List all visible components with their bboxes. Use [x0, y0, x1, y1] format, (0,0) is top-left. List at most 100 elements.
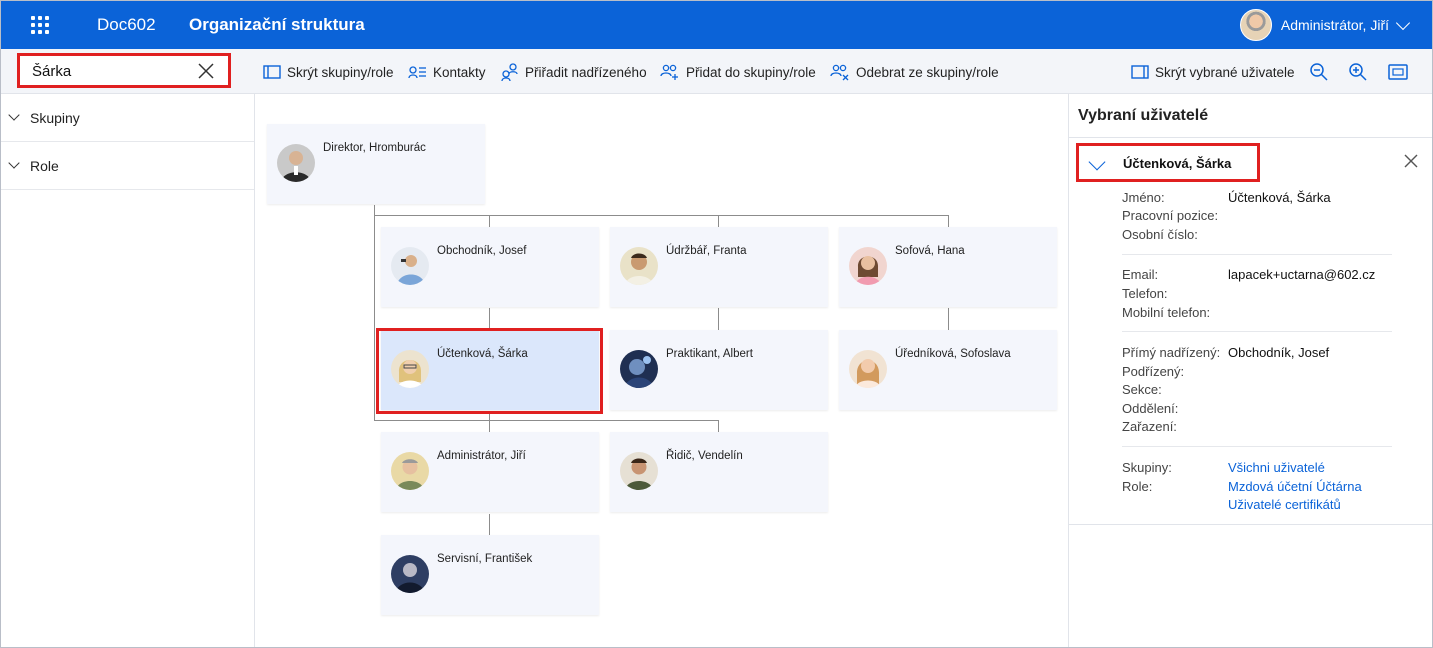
node-name: Praktikant, Albert — [666, 348, 753, 360]
divider — [1122, 446, 1392, 447]
divider — [1069, 524, 1433, 525]
org-chart[interactable]: Direktor, Hromburác Obchodník, Josef Údr… — [256, 94, 1068, 648]
panel-icon — [1131, 65, 1149, 79]
user-name: Administrátor, Jiří — [1280, 17, 1389, 33]
avatar — [849, 247, 887, 285]
toolbar: Skrýt skupiny/role Kontakty Přiřadit nad… — [0, 49, 1433, 94]
avatar — [277, 144, 315, 182]
hide-selected-users-button[interactable]: Skrýt vybrané uživatele — [1131, 62, 1295, 82]
search-box — [17, 53, 231, 88]
zoom-out-icon[interactable] — [1308, 61, 1330, 83]
node-name: Úředníková, Sofoslava — [895, 348, 1011, 360]
group-add-icon — [660, 64, 678, 80]
group-link[interactable]: Všichni uživatelé — [1228, 460, 1325, 475]
top-bar: Doc602 Organizační struktura Administrát… — [0, 0, 1433, 49]
node-name: Obchodník, Josef — [437, 245, 527, 257]
field-label: Telefon: — [1122, 286, 1168, 301]
accordion-roles[interactable]: Role — [0, 142, 254, 190]
role-link[interactable]: Mzdová účetní Účtárna — [1228, 479, 1362, 494]
assign-superior-button[interactable]: Přiřadit nadřízeného — [501, 62, 647, 82]
connector-line — [374, 215, 375, 421]
org-node[interactable]: Řidič, Vendelín — [610, 432, 828, 512]
hide-groups-label: Skrýt skupiny/role — [287, 64, 394, 80]
accordion-groups-label: Skupiny — [30, 109, 80, 126]
user-menu[interactable]: Administrátor, Jiří — [1239, 9, 1411, 41]
page-title: Organizační struktura — [189, 15, 365, 34]
selected-user-name: Účtenková, Šárka — [1123, 156, 1232, 171]
fit-screen-icon[interactable] — [1387, 61, 1409, 83]
avatar — [620, 247, 658, 285]
contact-card-icon — [408, 66, 426, 79]
field-label: Mobilní telefon: — [1122, 305, 1211, 320]
org-node[interactable]: Obchodník, Josef — [381, 227, 599, 307]
assign-superior-label: Přiřadit nadřízeného — [525, 64, 647, 80]
user-expand-header[interactable]: Účtenková, Šárka — [1076, 143, 1260, 182]
email-value: lapacek+uctarna@602.cz — [1228, 267, 1376, 282]
contacts-button[interactable]: Kontakty — [408, 62, 486, 82]
accordion-groups[interactable]: Skupiny — [0, 94, 254, 142]
field-label: Oddělení: — [1122, 401, 1179, 416]
people-hierarchy-icon — [501, 63, 518, 81]
field-label: Role: — [1122, 479, 1153, 494]
connector-line — [718, 420, 719, 432]
search-input[interactable] — [32, 62, 192, 80]
close-icon[interactable] — [196, 61, 216, 81]
field-value: Účtenková, Šárka — [1228, 190, 1331, 205]
divider — [1122, 331, 1392, 332]
connector-line — [489, 308, 490, 330]
field-label: Email: — [1122, 267, 1159, 282]
avatar — [391, 555, 429, 593]
chevron-down-icon — [1088, 153, 1106, 171]
field-label: Jméno: — [1122, 190, 1165, 205]
role-link[interactable]: Uživatelé certifikátů — [1228, 497, 1341, 512]
panel-icon — [263, 65, 281, 79]
hide-groups-button[interactable]: Skrýt skupiny/role — [263, 62, 394, 82]
connector-line — [374, 420, 719, 421]
accordion-roles-label: Role — [30, 157, 59, 174]
contacts-label: Kontakty — [433, 64, 486, 80]
connector-line — [489, 514, 490, 535]
remove-from-group-button[interactable]: Odebrat ze skupiny/role — [830, 62, 999, 82]
left-panel: Skupiny Role — [0, 94, 255, 648]
org-node[interactable]: Sofová, Hana — [839, 227, 1057, 307]
selected-users-panel: Vybraní uživatelé Účtenková, Šárka Jméno… — [1068, 94, 1433, 648]
connector-line — [374, 205, 375, 215]
connector-line — [948, 215, 949, 227]
field-label: Sekce: — [1122, 382, 1162, 397]
chevron-down-icon — [8, 109, 20, 121]
hide-selected-users-label: Skrýt vybrané uživatele — [1155, 64, 1295, 80]
app-name[interactable]: Doc602 — [97, 15, 156, 35]
org-node[interactable]: Údržbář, Franta — [610, 227, 828, 307]
superior-value: Obchodník, Josef — [1228, 345, 1330, 360]
field-label: Podřízený: — [1122, 364, 1185, 379]
org-node[interactable]: Administrátor, Jiří — [381, 432, 599, 512]
connector-line — [948, 308, 949, 330]
org-node[interactable]: Praktikant, Albert — [610, 330, 828, 410]
avatar — [391, 247, 429, 285]
connector-line — [718, 308, 719, 330]
node-name: Údržbář, Franta — [666, 245, 747, 257]
node-name: Řidič, Vendelín — [666, 450, 743, 462]
node-name: Servisní, František — [437, 553, 533, 565]
selection-highlight — [376, 328, 603, 414]
divider — [1069, 137, 1433, 138]
zoom-in-icon[interactable] — [1347, 61, 1369, 83]
add-to-group-label: Přidat do skupiny/role — [686, 64, 816, 80]
remove-from-group-label: Odebrat ze skupiny/role — [856, 64, 999, 80]
org-node[interactable]: Servisní, František — [381, 535, 599, 615]
close-icon[interactable] — [1403, 153, 1419, 169]
field-label: Přímý nadřízený: — [1122, 345, 1221, 360]
divider — [1122, 254, 1392, 255]
connector-line — [489, 412, 490, 432]
app-launcher-icon[interactable] — [31, 16, 49, 34]
org-node[interactable]: Direktor, Hromburác — [267, 124, 485, 204]
add-to-group-button[interactable]: Přidat do skupiny/role — [660, 62, 816, 82]
node-name: Administrátor, Jiří — [437, 450, 526, 462]
org-node[interactable]: Úředníková, Sofoslava — [839, 330, 1057, 410]
connector-line — [718, 215, 719, 227]
chevron-down-icon — [1395, 15, 1411, 30]
avatar — [1239, 9, 1272, 41]
node-name: Sofová, Hana — [895, 245, 965, 257]
node-name: Direktor, Hromburác — [323, 142, 426, 154]
field-label: Skupiny: — [1122, 460, 1172, 475]
